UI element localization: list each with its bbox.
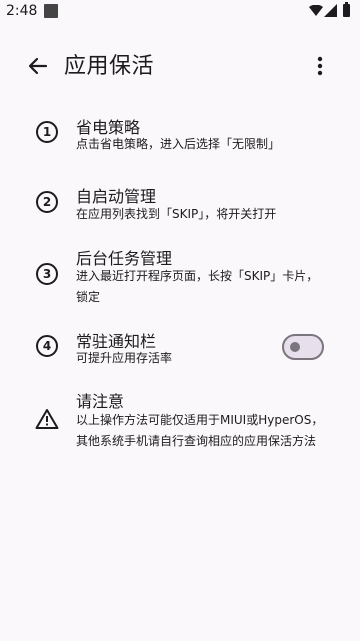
number-3-icon: 3 (36, 263, 58, 285)
more-vert-icon (317, 56, 323, 76)
more-options-button[interactable] (306, 50, 334, 82)
number-1-icon: 1 (36, 121, 58, 143)
wifi-icon (309, 5, 323, 16)
page-title: 应用保活 (64, 54, 155, 79)
notification-toggle[interactable] (282, 334, 324, 360)
item-description: 点击省电策略，进入后选择「无限制」 (76, 137, 281, 151)
status-bar: 2:48 (0, 0, 360, 24)
number-4-icon: 4 (36, 335, 58, 357)
signal-icon (324, 4, 337, 17)
item-description: 进入最近打开程序页面，长按「SKIP」卡片，锁定 (76, 269, 319, 304)
notice-title: 请注意 (76, 392, 125, 411)
app-bar: 应用保活 (0, 36, 360, 92)
notice-description: 以上操作方法可能仅适用于MIUI或HyperOS，其他系统手机请自行查询相应的应… (76, 413, 324, 448)
toggle-knob (290, 342, 300, 352)
back-button[interactable] (22, 50, 54, 82)
notification-icon (44, 4, 58, 18)
battery-icon (343, 2, 350, 17)
status-time: 2:48 (6, 3, 38, 19)
warning-icon (35, 408, 59, 430)
number-2-icon: 2 (36, 191, 58, 213)
item-description: 在应用列表找到「SKIP」，将开关打开 (76, 207, 277, 221)
arrow-back-icon (28, 57, 48, 75)
